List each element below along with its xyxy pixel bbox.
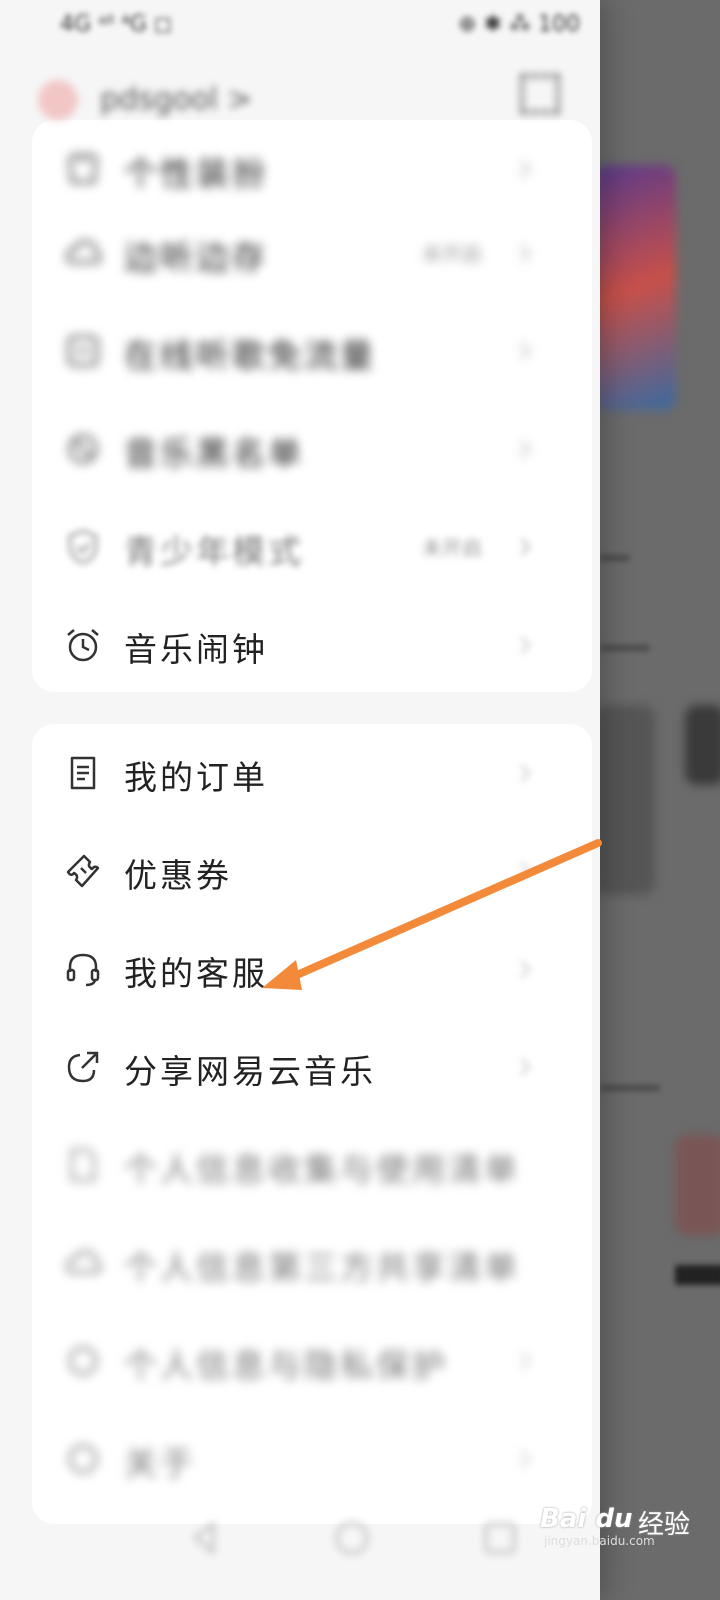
status-bar: 4G ᵃˡˡ ⁴G ◻ ⊕ ✱ ⁂ 100	[0, 0, 600, 50]
cloud-icon	[66, 240, 102, 264]
background-app-overlay[interactable]	[590, 0, 720, 1600]
chevron-right-icon	[520, 764, 531, 782]
menu-item-label: 我的订单	[124, 758, 268, 797]
menu-item-label: 优惠券	[124, 856, 232, 895]
menu-item-label: 青少年模式	[124, 532, 304, 571]
background-text	[675, 1265, 720, 1285]
menu-item-free-data[interactable]: 在线听歌免流量	[32, 302, 592, 400]
menu-item-customer-service[interactable]: 我的客服	[32, 920, 592, 1018]
menu-item-label: 个性装扮	[124, 154, 268, 193]
system-nav-bar	[0, 1490, 600, 1600]
cloud-share-icon	[66, 1250, 102, 1274]
settings-card-bottom: 我的订单 优惠券 我的客服 分享网易云音乐 个人信息收集与使用清单 个人信息第三…	[32, 724, 592, 1524]
menu-item-label: 我的客服	[124, 954, 268, 993]
chevron-right-icon	[520, 960, 531, 978]
menu-item-label: 音乐黑名单	[124, 434, 304, 473]
menu-item-third-party-list[interactable]: 个人信息第三方共享清单	[32, 1214, 592, 1312]
menu-item-label: 个人信息收集与使用清单	[124, 1150, 520, 1189]
menu-item-coupons[interactable]: 优惠券	[32, 822, 592, 920]
data-card-icon	[67, 335, 99, 367]
menu-item-music-alarm[interactable]: 音乐闹钟	[32, 596, 592, 694]
menu-item-my-orders[interactable]: 我的订单	[32, 724, 592, 822]
background-thumb	[685, 705, 720, 785]
chevron-right-icon	[520, 440, 531, 458]
chevron-right-icon	[520, 538, 531, 556]
document-icon	[70, 1148, 96, 1182]
shirt-icon	[68, 152, 98, 184]
menu-item-value: 未开启	[422, 242, 482, 266]
settings-card-top: 个性装扮 边听边存 未开启 在线听歌免流量 音乐黑名单 青少年模式 未开启 音乐…	[32, 120, 592, 692]
avatar[interactable]	[38, 80, 78, 120]
chevron-right-icon	[520, 160, 531, 178]
menu-item-label: 边听边存	[124, 238, 268, 277]
privacy-icon	[68, 1346, 98, 1376]
coupon-ticket-icon	[66, 854, 100, 888]
watermark-logo: Bai du	[540, 1504, 633, 1534]
background-banner	[596, 165, 676, 410]
chevron-right-icon	[520, 342, 531, 360]
menu-item-personal-info-list[interactable]: 个人信息收集与使用清单	[32, 1116, 592, 1214]
order-document-icon	[70, 756, 96, 790]
menu-item-privacy[interactable]: 个人信息与隐私保护	[32, 1312, 592, 1410]
menu-item-label: 关于	[124, 1444, 196, 1483]
chevron-right-icon	[520, 636, 531, 654]
info-icon	[68, 1444, 98, 1474]
side-drawer: 4G ᵃˡˡ ⁴G ◻ ⊕ ✱ ⁂ 100 个性装扮 边听边存 未开启 在线听歌…	[0, 0, 600, 1600]
scan-icon[interactable]	[520, 74, 560, 114]
chevron-right-icon	[520, 244, 531, 262]
background-thumb	[675, 1135, 720, 1235]
watermark-url: jingyan.baidu.com	[544, 1534, 655, 1548]
chevron-right-icon	[520, 1352, 531, 1370]
block-music-icon	[68, 434, 98, 464]
headset-icon	[66, 953, 100, 987]
menu-item-blacklist[interactable]: 音乐黑名单	[32, 400, 592, 498]
recents-icon[interactable]	[480, 1518, 520, 1558]
background-text	[600, 1085, 660, 1091]
status-battery: ⊕ ✱ ⁂ 100	[458, 12, 580, 37]
menu-item-share-app[interactable]: 分享网易云音乐	[32, 1018, 592, 1116]
menu-item-label: 音乐闹钟	[124, 630, 268, 669]
alarm-clock-icon	[67, 629, 99, 662]
menu-item-listen-save[interactable]: 边听边存 未开启	[32, 204, 592, 302]
background-text	[600, 555, 630, 561]
chevron-right-icon	[520, 862, 531, 880]
background-thumb	[595, 705, 655, 895]
chevron-right-icon	[520, 1058, 531, 1076]
baidu-jingyan-watermark: Bai du 经验 jingyan.baidu.com	[540, 1496, 715, 1552]
menu-item-label: 分享网易云音乐	[124, 1052, 376, 1091]
menu-item-label: 个人信息与隐私保护	[124, 1346, 448, 1385]
shield-check-icon	[68, 529, 98, 565]
username[interactable]: pdsgool >	[100, 82, 252, 117]
menu-item-label: 在线听歌免流量	[124, 336, 376, 375]
back-icon[interactable]	[185, 1518, 225, 1558]
share-icon	[67, 1051, 99, 1083]
menu-item-teen-mode[interactable]: 青少年模式 未开启	[32, 498, 592, 596]
user-header[interactable]: pdsgool >	[0, 62, 600, 142]
background-text	[600, 645, 650, 651]
menu-item-label: 个人信息第三方共享清单	[124, 1248, 520, 1287]
menu-item-value: 未开启	[422, 536, 482, 560]
home-icon[interactable]	[332, 1518, 372, 1558]
chevron-right-icon	[520, 1450, 531, 1468]
status-signal: 4G ᵃˡˡ ⁴G ◻	[60, 12, 173, 37]
